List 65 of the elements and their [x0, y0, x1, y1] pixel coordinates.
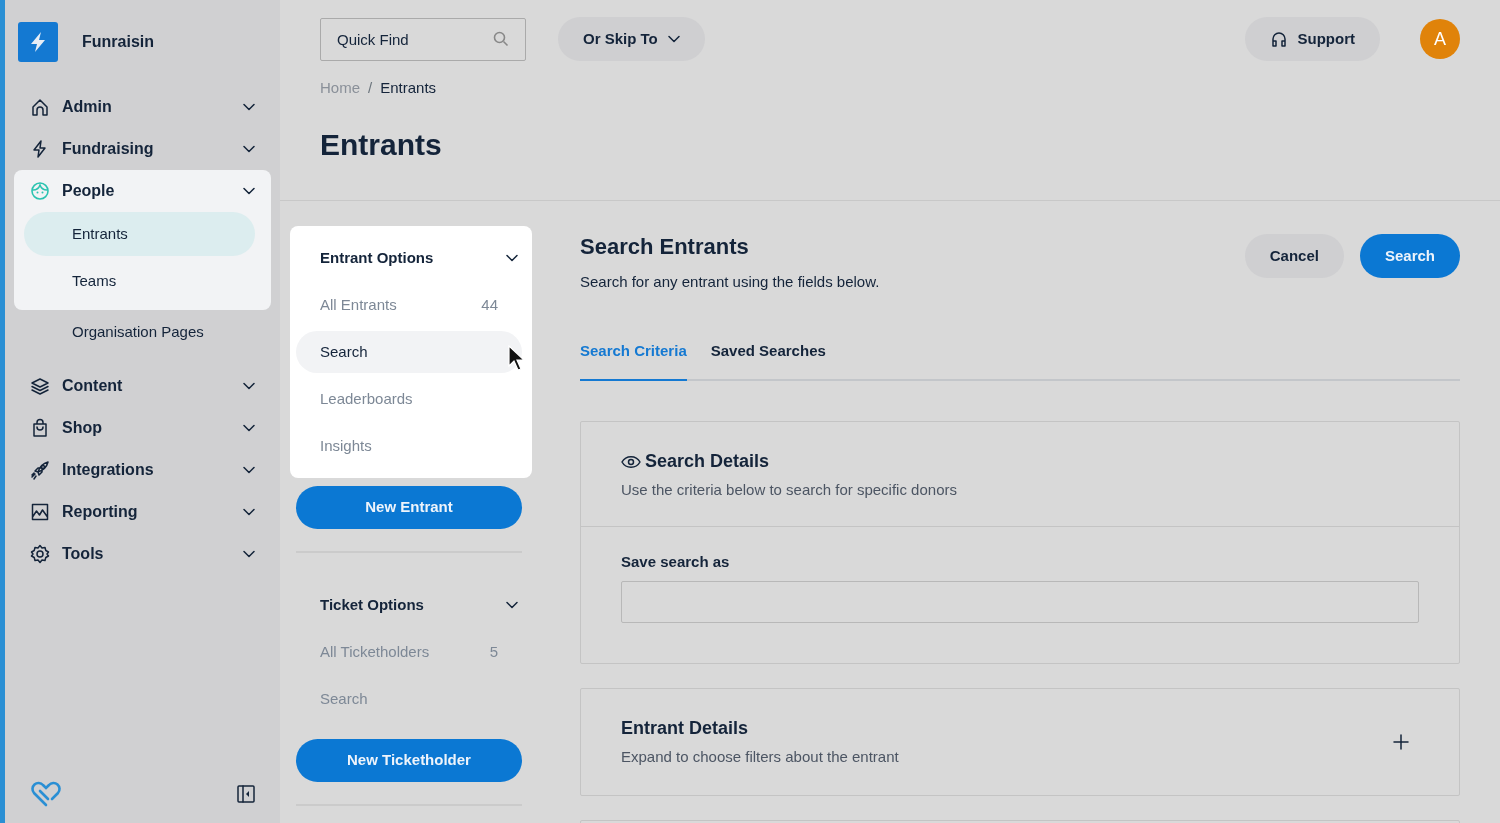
section-title: Search Entrants: [580, 233, 750, 261]
sidebar-item[interactable]: Shop: [14, 407, 271, 449]
chart-icon: [30, 502, 50, 522]
shopping-bag-icon: [30, 418, 50, 438]
section-description: Expand to choose filters about the entrant: [621, 747, 900, 767]
chevron-down-icon: [243, 145, 255, 153]
brand-name: Funraisin: [82, 32, 154, 52]
breadcrumb-separator: /: [368, 78, 373, 98]
options-header[interactable]: Entrant Options: [296, 232, 522, 284]
lightning-bolt-icon: [28, 31, 48, 53]
chevron-down-icon: [243, 382, 255, 390]
page-title: Entrants: [320, 126, 443, 163]
rocket-icon: [30, 460, 50, 480]
heart-icon: [30, 781, 62, 807]
sidebar-item[interactable]: Tools: [14, 533, 271, 575]
support-button[interactable]: Support: [1244, 17, 1380, 61]
home-icon: [30, 97, 50, 117]
sidebar-item[interactable]: Reporting: [14, 491, 271, 533]
sidebar-subitem[interactable]: Teams: [24, 259, 255, 303]
section-description: Use the criteria below to search for specific donors: [621, 480, 958, 500]
options-header[interactable]: Ticket Options: [296, 579, 522, 631]
sidebar-item[interactable]: Admin: [14, 86, 271, 128]
sidebar-item[interactable]: Content: [14, 365, 271, 407]
chevron-down-icon: [243, 103, 255, 111]
eye-icon: [621, 454, 641, 469]
field-label: Save search as: [621, 551, 731, 572]
search-field[interactable]: Quick Find: [320, 17, 526, 61]
tab[interactable]: Saved Searches: [710, 339, 826, 381]
gear-icon: [30, 544, 50, 564]
sidebar-item[interactable]: People: [14, 170, 271, 212]
face-icon: [30, 181, 50, 201]
chevron-down-icon: [243, 550, 255, 558]
new-button[interactable]: New Entrant: [296, 486, 522, 529]
sidebar-item[interactable]: Fundraising: [14, 128, 271, 170]
text-field[interactable]: [621, 581, 1419, 623]
chevron-down-icon: [506, 254, 518, 262]
cancel-button[interactable]: Cancel: [1244, 234, 1344, 278]
breadcrumb-current: Entrants: [380, 78, 437, 98]
cursor-icon: [508, 345, 524, 371]
sidebar-subitem[interactable]: Entrants: [24, 212, 255, 256]
section-subtitle: Search for any entrant using the fields below.: [580, 272, 881, 292]
sidebar-subitem[interactable]: Organisation Pages: [24, 310, 255, 354]
sidebar-item[interactable]: Integrations: [14, 449, 271, 491]
chevron-down-icon: [506, 601, 518, 609]
options-item[interactable]: Search: [296, 331, 522, 373]
section-heading: Entrant Details: [621, 717, 750, 740]
new-button[interactable]: New Ticketholder: [296, 739, 522, 782]
count-label: 44: [481, 294, 498, 315]
layers-icon: [30, 376, 50, 396]
chevron-down-icon: [243, 508, 255, 516]
skip-to-dropdown[interactable]: Or Skip To: [558, 17, 705, 61]
collapse-sidebar-icon: [237, 785, 255, 803]
count-label: 5: [489, 641, 498, 662]
chevron-down-icon: [243, 466, 255, 474]
chevron-down-icon: [243, 187, 255, 195]
options-item[interactable]: All Entrants 44: [296, 284, 522, 326]
options-item[interactable]: Leaderboards: [296, 378, 522, 420]
headset-icon: [1269, 30, 1288, 48]
search-icon: [493, 30, 509, 47]
search-button[interactable]: Search: [1359, 234, 1460, 278]
options-item[interactable]: Insights: [296, 425, 522, 467]
chevron-down-icon: [667, 35, 680, 43]
plus-icon[interactable]: [1393, 733, 1409, 750]
section-heading: Search Details: [645, 450, 770, 473]
chevron-down-icon: [243, 424, 255, 432]
